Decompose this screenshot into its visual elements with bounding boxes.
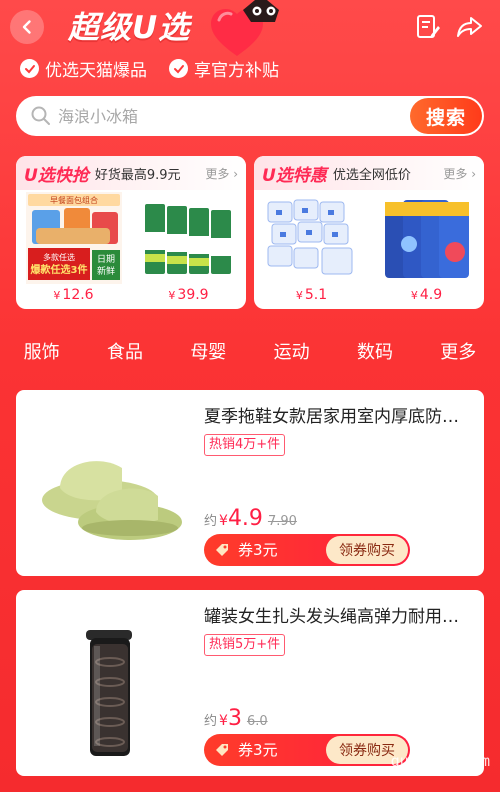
price-row: 约 ¥ 4.9 7.90: [204, 506, 297, 534]
promo-header: U选快抢 好货最高9.9元 更多 ›: [16, 156, 246, 190]
price-tag-icon: [216, 744, 228, 756]
promo-card-flash[interactable]: U选快抢 好货最高9.9元 更多 › 早餐面包组合 多款任选 爆款任选3件 日期…: [16, 156, 246, 309]
promo-subtitle: 好货最高9.9元: [94, 167, 181, 183]
original-price: 7.90: [267, 514, 297, 529]
category-nav: 服饰 食品 母婴 运动 数码 更多: [0, 338, 500, 368]
claim-coupon-button[interactable]: 领券购买: [326, 536, 408, 564]
slipper-image: [30, 402, 192, 564]
benefit-badge: 享官方补贴: [169, 56, 279, 81]
share-arrow-icon: [457, 17, 482, 37]
promo-header: U选特惠 优选全网低价 更多 ›: [254, 156, 484, 190]
promo-more-link[interactable]: 更多 ›: [205, 165, 238, 182]
notes-button[interactable]: [412, 12, 442, 42]
category-baby[interactable]: 母婴: [167, 338, 250, 368]
promo-price: ¥12.6: [53, 287, 94, 303]
search-button[interactable]: 搜索: [410, 98, 482, 134]
coupon-bar[interactable]: 券3元 领券购买: [204, 734, 410, 766]
edit-list-icon: [417, 15, 440, 38]
promo-price: ¥39.9: [168, 287, 209, 303]
bread-snack-image: 早餐面包组合 多款任选 爆款任选3件 日期 新鲜: [25, 192, 122, 284]
benefit-badge: 优选天猫爆品: [20, 56, 147, 81]
promo-price: ¥5.1: [295, 287, 328, 303]
promo-subtitle: 优选全网低价: [332, 167, 411, 183]
image-text: 早餐面包组合: [50, 195, 98, 205]
search-icon: [31, 106, 50, 125]
image-text: 日期: [96, 254, 114, 265]
promo-title: U选特惠: [262, 165, 327, 186]
detergent-bag-image: [378, 192, 475, 284]
promo-product[interactable]: ¥5.1: [260, 192, 364, 303]
product-card[interactable]: 罐装女生扎头发头绳高弹力耐用发圈 热销5万+件 约 ¥ 3 6.0 券3元 领券…: [16, 590, 484, 776]
currency-symbol: ¥: [219, 513, 228, 529]
tissue-pack-image: [263, 192, 360, 284]
coupon-label: 券3元: [238, 741, 278, 759]
benefit-text: 优选天猫爆品: [45, 61, 147, 81]
promo-price: ¥4.9: [410, 287, 443, 303]
category-more[interactable]: 更多: [417, 338, 500, 368]
current-price: 4.9: [227, 506, 263, 531]
price-tag-icon: [216, 544, 228, 556]
toothpaste-image: [140, 192, 237, 284]
benefit-badges: 优选天猫爆品 享官方补贴: [20, 56, 279, 81]
sales-badge: 热销5万+件: [204, 634, 286, 656]
product-title[interactable]: 夏季拖鞋女款居家用室内厚底防滑浴室: [204, 402, 472, 428]
sales-badge: 热销4万+件: [204, 434, 286, 456]
category-apparel[interactable]: 服饰: [0, 338, 83, 368]
original-price: 6.0: [246, 714, 268, 729]
coupon-bar[interactable]: 券3元 领券购买: [204, 534, 410, 566]
current-price: 3: [227, 706, 242, 731]
page-title: 超级U选: [68, 10, 191, 46]
watermark: quan05. com: [390, 752, 490, 770]
promo-more-link[interactable]: 更多 ›: [443, 165, 476, 182]
category-digital[interactable]: 数码: [333, 338, 416, 368]
currency-symbol: ¥: [219, 713, 228, 729]
price-prefix: 约: [204, 514, 218, 529]
image-text: 爆款任选3件: [30, 263, 87, 276]
hair-tie-jar-image: [30, 602, 192, 764]
image-text: 多款任选: [43, 252, 75, 262]
price-row: 约 ¥ 3 6.0: [204, 706, 268, 734]
share-button[interactable]: [454, 12, 484, 42]
promo-product[interactable]: ¥39.9: [137, 192, 241, 303]
coupon-label: 券3元: [238, 541, 278, 559]
price-prefix: 约: [204, 714, 218, 729]
search-bar[interactable]: 海浪小冰箱 搜索: [16, 96, 484, 136]
category-sports[interactable]: 运动: [250, 338, 333, 368]
check-icon: [169, 59, 188, 78]
chevron-left-icon: [22, 20, 31, 34]
image-text: 新鲜: [96, 265, 114, 277]
product-card[interactable]: 夏季拖鞋女款居家用室内厚底防滑浴室 热销4万+件 约 ¥ 4.9 7.90 券3…: [16, 390, 484, 576]
product-title[interactable]: 罐装女生扎头发头绳高弹力耐用发圈: [204, 602, 472, 628]
promo-title: U选快抢: [24, 165, 89, 186]
check-icon: [20, 59, 39, 78]
back-button[interactable]: [10, 10, 44, 44]
benefit-text: 享官方补贴: [194, 61, 279, 81]
promo-product[interactable]: ¥4.9: [375, 192, 479, 303]
search-input[interactable]: 海浪小冰箱: [58, 96, 138, 136]
category-food[interactable]: 食品: [83, 338, 166, 368]
promo-product[interactable]: 早餐面包组合 多款任选 爆款任选3件 日期 新鲜 ¥12.6: [22, 192, 126, 303]
heart-mascot-icon: [211, 0, 279, 56]
promo-card-deals[interactable]: U选特惠 优选全网低价 更多 › ¥ 5.1 ¥ 4.9: [254, 156, 484, 309]
